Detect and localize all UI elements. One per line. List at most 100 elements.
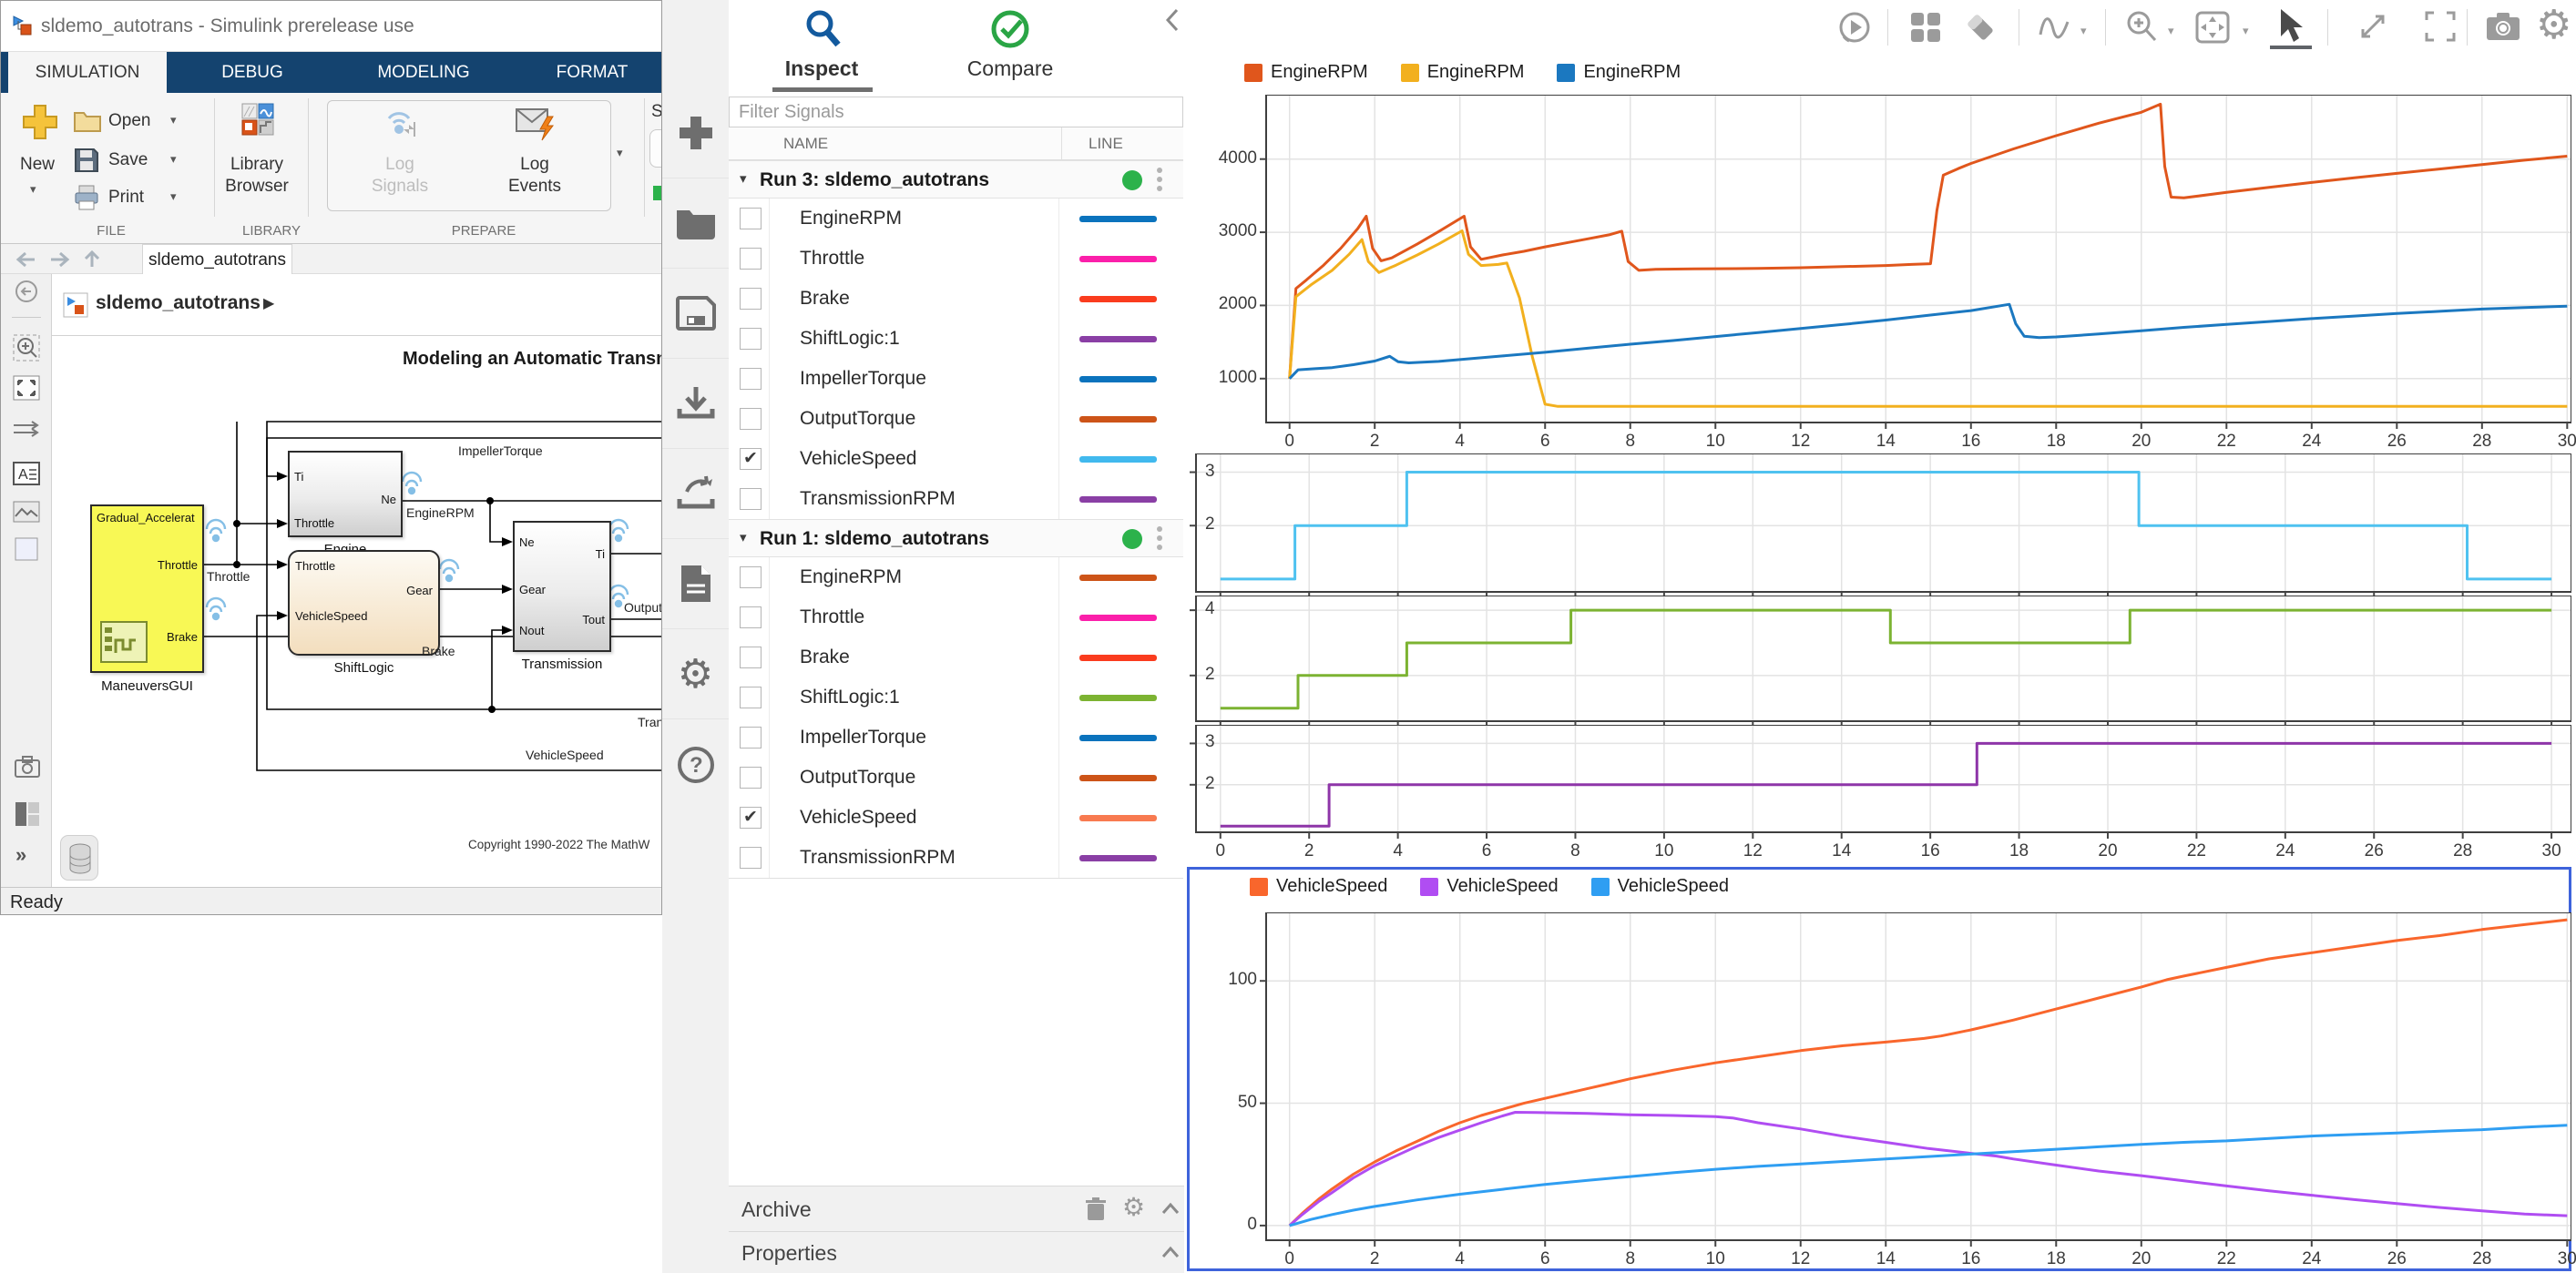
log-signals-button-line2[interactable]: Signals [363,177,436,197]
zoom-in-icon[interactable] [2124,9,2161,46]
signal-row[interactable]: ImpellerTorque [729,359,1183,399]
collapse-archive-icon[interactable] [1160,1201,1181,1216]
save-session-button[interactable] [662,269,729,359]
tab-inspect[interactable]: Inspect [767,56,876,81]
open-dropdown-caret[interactable]: ▾ [170,113,177,127]
run-header[interactable]: ▾ Run 1: sldemo_autotrans [729,519,1183,557]
annotation-icon[interactable]: A [12,461,41,486]
signal-checkbox[interactable] [740,488,762,510]
box-area-icon[interactable] [14,536,39,562]
import-button[interactable] [662,359,729,449]
model-canvas[interactable]: Modeling an Automatic Transm Gradual_Acc… [52,336,661,887]
cursor-icon[interactable] [2275,7,2306,44]
fit-view-icon[interactable] [2193,9,2232,46]
engine-block[interactable]: Ti Throttle Ne [288,451,403,537]
signal-row[interactable]: Brake [729,279,1183,319]
library-browser-icon[interactable] [240,102,275,137]
library-browser-button-line2[interactable]: Browser [220,177,293,197]
signal-checkbox[interactable] [740,208,762,229]
tab-format[interactable]: FORMAT [533,52,651,93]
up-icon[interactable] [83,250,101,270]
fit-view-caret[interactable]: ▾ [2243,24,2249,38]
signal-checkbox[interactable] [740,408,762,430]
help-button[interactable]: ? [662,719,729,810]
save-icon[interactable] [73,147,100,174]
back-icon[interactable] [15,250,37,269]
run-menu-icon[interactable] [1157,168,1162,191]
signal-row[interactable]: ✔ VehicleSpeed [729,798,1183,838]
log-events-button[interactable]: Log [498,155,571,175]
model-document-tab[interactable]: sldemo_autotrans [142,244,292,274]
plot-settings-gear-icon[interactable]: ⚙ [2536,2,2571,48]
library-browser-button[interactable]: Library [220,155,293,175]
filter-signals-input[interactable] [729,97,1183,127]
collapse-properties-icon[interactable] [1160,1245,1181,1259]
shiftlogic-block[interactable]: Throttle VehicleSpeed Gear [288,550,440,656]
collapse-panel-icon[interactable] [1164,7,1181,33]
signal-row[interactable]: OutputTorque [729,399,1183,439]
report-button[interactable] [662,539,729,629]
clipped-button[interactable] [649,129,661,168]
open-session-button[interactable] [662,178,729,269]
data-store-button[interactable] [60,835,98,881]
camera-icon[interactable] [2485,11,2521,42]
new-model-icon[interactable] [22,104,58,140]
breadcrumb-item[interactable]: sldemo_autotrans [96,292,261,314]
signal-row[interactable]: ShiftLogic:1 [729,319,1183,359]
open-folder-icon[interactable] [73,107,102,133]
log-events-icon[interactable] [515,106,558,142]
archive-settings-gear-icon[interactable]: ⚙ [1122,1192,1145,1222]
signal-checkbox[interactable] [740,606,762,628]
signal-row[interactable]: OutputTorque [729,758,1183,798]
zoom-region-icon[interactable] [12,333,41,362]
run-menu-icon[interactable] [1157,526,1162,550]
hide-browser-icon[interactable] [14,279,39,304]
signal-checkbox[interactable] [740,767,762,789]
play-icon[interactable] [1836,9,1873,46]
tab-simulation[interactable]: SIMULATION [8,52,167,93]
save-button[interactable]: Save [108,150,148,170]
add-run-button[interactable] [662,88,729,178]
tab-compare[interactable]: Compare [956,56,1065,81]
preferences-button[interactable]: ⚙ [662,629,729,719]
screenshot-icon[interactable] [14,755,41,779]
signal-row[interactable]: ImpellerTorque [729,718,1183,758]
signal-row[interactable]: EngineRPM [729,199,1183,239]
signal-row[interactable]: Brake [729,637,1183,677]
properties-section-bar[interactable]: Properties [729,1231,1184,1273]
trash-icon[interactable] [1084,1197,1108,1222]
breadcrumb-caret-icon[interactable]: ▶ [263,294,274,312]
fullscreen-icon[interactable] [2423,9,2458,44]
signal-checkbox[interactable] [740,368,762,390]
signal-checkbox[interactable] [740,328,762,350]
new-dropdown-caret[interactable]: ▾ [30,182,36,197]
log-signals-icon[interactable] [382,106,424,140]
layout-icon[interactable] [14,800,41,828]
log-signals-button[interactable]: Log [363,155,436,175]
transmission-block[interactable]: Ne Gear Nout Ti Tout [513,521,611,652]
print-button[interactable]: Print [108,188,144,208]
print-dropdown-caret[interactable]: ▾ [170,189,177,204]
tab-modeling[interactable]: MODELING [360,52,487,93]
signal-row[interactable]: TransmissionRPM [729,838,1183,878]
signal-wave-icon[interactable] [2037,9,2073,46]
signal-row[interactable]: ShiftLogic:1 [729,677,1183,718]
prepare-gallery-caret[interactable]: ▾ [617,146,623,160]
expand-icon[interactable] [2356,9,2390,44]
signal-row[interactable]: ✔ VehicleSpeed [729,439,1183,479]
signal-lines-icon[interactable] [12,418,41,443]
signal-checkbox[interactable]: ✔ [740,807,762,829]
expand-palette-icon[interactable]: » [15,843,26,867]
signal-checkbox[interactable] [740,647,762,668]
run-expand-icon[interactable]: ▾ [740,170,747,187]
signal-row[interactable]: Throttle [729,239,1183,279]
signal-checkbox[interactable] [740,687,762,708]
new-button[interactable]: New [14,155,61,175]
export-button[interactable] [662,449,729,539]
signal-checkbox[interactable] [740,727,762,749]
image-icon[interactable] [12,500,41,524]
zoom-caret[interactable]: ▾ [2168,24,2174,38]
signal-checkbox[interactable]: ✔ [740,448,762,470]
signal-row[interactable]: EngineRPM [729,557,1183,597]
run-expand-icon[interactable]: ▾ [740,529,747,545]
